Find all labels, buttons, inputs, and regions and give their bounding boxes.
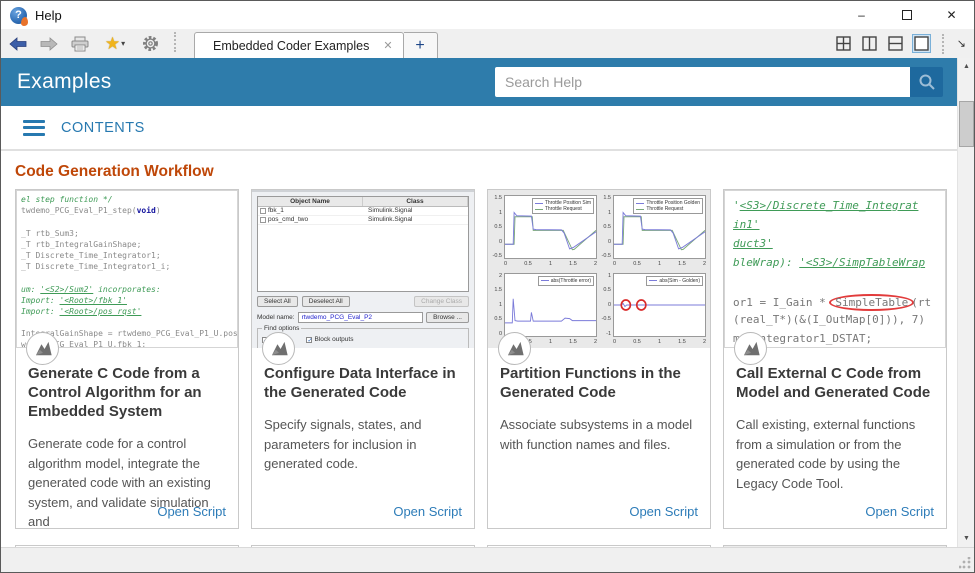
code-preview: '<S3>/Discrete_Time_Integratin1'duct3'bl… [725,191,945,348]
matlab-logo-icon [32,338,54,360]
back-button[interactable] [7,33,29,55]
favorites-button[interactable]: ★▾ [100,33,130,55]
select-all-button: Select All [257,296,298,307]
maximize-button[interactable] [884,1,929,29]
change-class-button: Change Class [414,296,469,307]
toolbar-separator [174,32,176,52]
card-title: Configure Data Interface in the Generate… [252,364,474,402]
view-columns-button[interactable] [860,34,879,53]
matlab-logo-icon [504,338,526,360]
dock-icon[interactable]: ↘ [957,37,966,50]
card-call-external-c-code[interactable]: '<S3>/Discrete_Time_Integratin1'duct3'bl… [723,189,947,529]
resize-grip[interactable] [959,557,971,569]
matlab-badge [734,332,767,365]
printer-icon [71,36,89,52]
matlab-logo-icon [740,338,762,360]
model-name-field: rtwdemo_PCG_Eval_P2 [298,312,424,323]
dialog-col-object-name: Object Name [258,197,363,206]
card-generate-c-code[interactable]: el step function */twdemo_PCG_Eval_P1_st… [15,189,239,529]
matlab-badge [262,332,295,365]
dialog-preview: Object Name Class fbk_1Simulink.Signalpo… [252,190,474,348]
plots-preview: 1.510.50-0.5 Throttle Position SimThrott… [488,190,710,348]
card-title: Generate C Code from a Control Algorithm… [16,364,238,421]
close-button[interactable]: ✕ [929,1,974,29]
quad-layout-icon [836,36,851,51]
maximize-icon [902,10,912,20]
card-thumbnail: 1.510.50-0.5 Throttle Position SimThrott… [488,190,710,348]
open-script-link[interactable]: Open Script [393,504,462,519]
card-configure-data-interface[interactable]: Object Name Class fbk_1Simulink.Signalpo… [251,189,475,529]
window-title: Help [35,8,62,23]
rows-layout-icon [888,36,903,51]
card-partition-functions[interactable]: 1.510.50-0.5 Throttle Position SimThrott… [487,189,711,529]
tab-label: Embedded Coder Examples [213,39,369,53]
tab-embedded-coder-examples[interactable]: Embedded Coder Examples ✕ [194,32,404,58]
dialog-col-class: Class [363,197,468,206]
plot-sim-vs-golden: 10.50-0.5-1 abs(Sim - Golden) [599,271,708,347]
hamburger-icon[interactable] [23,120,45,136]
plus-icon: + [415,37,424,55]
card-thumbnail: el step function */twdemo_PCG_Eval_P1_st… [16,190,238,348]
forward-icon [40,37,58,51]
open-script-link[interactable]: Open Script [865,504,934,519]
scroll-up-arrow-icon[interactable]: ▲ [958,58,975,75]
gear-icon [142,35,159,52]
examples-banner: Examples [1,58,957,106]
title-bar: ? Help – ✕ [1,1,974,29]
single-layout-icon [914,36,929,51]
view-rows-button[interactable] [886,34,905,53]
dialog-rows: fbk_1Simulink.Signalpos_cmd_twoSimulink.… [258,207,468,225]
plot-throttle-sim: 1.510.50-0.5 Throttle Position SimThrott… [490,193,599,269]
new-tab-button[interactable]: + [404,32,438,58]
contents-bar: CONTENTS [1,106,957,151]
settings-button[interactable] [139,33,161,55]
caret-down-icon: ▾ [121,39,125,48]
star-icon: ★ [105,35,120,52]
open-script-link[interactable]: Open Script [157,504,226,519]
card-description: Specify signals, states, and parameters … [252,415,474,474]
card-title: Call External C Code from Model and Gene… [724,364,946,402]
status-bar [1,547,974,572]
matlab-badge [498,332,531,365]
back-icon [9,37,27,51]
card-title: Partition Functions in the Generated Cod… [488,364,710,402]
columns-layout-icon [862,36,877,51]
open-script-link[interactable]: Open Script [629,504,698,519]
page-body: Code Generation Workflow el step functio… [1,151,957,547]
card-description: Associate subsystems in a model with fun… [488,415,710,454]
cards-row: el step function */twdemo_PCG_Eval_P1_st… [15,189,957,529]
print-button[interactable] [69,33,91,55]
plot-throttle-golden: 1.510.50-0.5 Throttle Position GoldenThr… [599,193,708,269]
toolbar: ★▾ Embedded Coder Examples ✕ + [1,29,974,58]
card-description: Call existing, external functions from a… [724,415,946,493]
minimize-button[interactable]: – [839,1,884,29]
tab-close-icon[interactable]: ✕ [383,39,392,52]
search-input[interactable] [495,67,910,97]
toolbar-separator [942,34,944,54]
contents-label[interactable]: CONTENTS [61,120,145,136]
browse-button: Browse ... [426,312,469,323]
view-single-button[interactable] [912,34,931,53]
forward-button[interactable] [38,33,60,55]
card-thumbnail: Object Name Class fbk_1Simulink.Signalpo… [252,190,474,348]
search-button[interactable] [910,67,943,97]
scrollbar-thumb[interactable] [959,101,974,147]
help-browser-window: ? Help – ✕ [0,0,975,573]
model-name-label: Model name: [257,314,295,321]
matlab-badge [26,332,59,365]
matlab-logo-icon [268,338,290,360]
section-heading: Code Generation Workflow [15,163,957,181]
scroll-down-arrow-icon[interactable]: ▼ [958,530,975,547]
view-quad-button[interactable] [834,34,853,53]
page-title: Examples [17,70,112,94]
find-options-label: Find options [262,325,301,332]
vertical-scrollbar[interactable]: ▲ ▼ [957,58,974,547]
search-icon [918,73,936,91]
matlab-help-icon: ? [10,7,27,24]
deselect-all-button: Deselect All [302,296,350,307]
card-thumbnail: '<S3>/Discrete_Time_Integratin1'duct3'bl… [724,190,946,348]
code-preview: el step function */twdemo_PCG_Eval_P1_st… [17,191,237,348]
